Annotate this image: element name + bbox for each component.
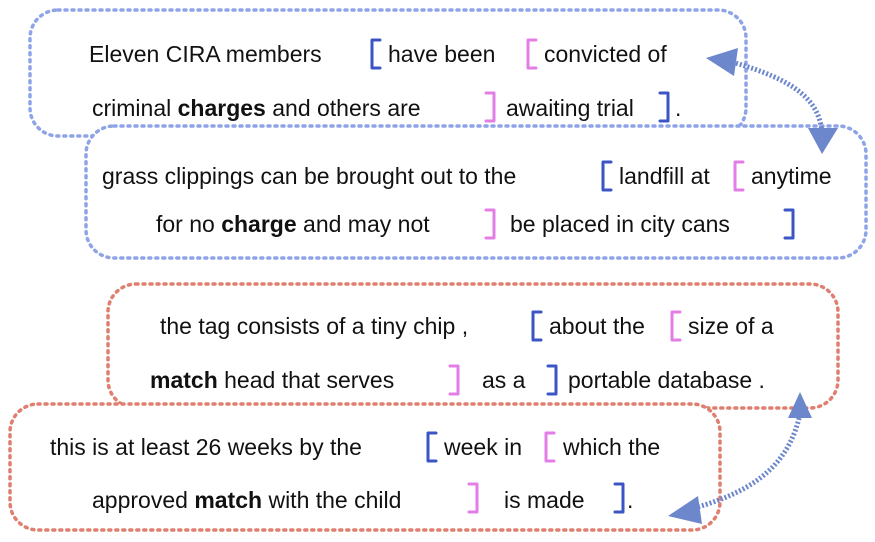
ex2-line1-seg1: grass clippings can be brought out to th… (102, 163, 516, 189)
ex1-post: and others are (266, 95, 421, 121)
ex4-line2-mid: is made (504, 487, 585, 513)
ex2-line1-seg2: landfill at (619, 163, 710, 189)
ex2-line2-pre: for no charge and may not (156, 211, 430, 237)
ex3-target-word: match (150, 367, 218, 393)
open-bracket-pink-3 (670, 310, 682, 342)
ex1-line1-seg3: convicted of (544, 41, 667, 67)
ex4-line1-seg1: this is at least 26 weeks by the (50, 434, 362, 460)
ex4-pre: approved (92, 487, 194, 513)
ex4-line1-seg3: which the (562, 434, 660, 460)
diagram-canvas: Eleven CIRA members have been convicted … (8, 8, 868, 532)
ex2-pre: for no (156, 211, 221, 237)
ex3-line1-seg2: about the (549, 313, 645, 339)
ex3-line1-seg3: size of a (688, 313, 774, 339)
close-bracket-pink-1 (484, 91, 496, 123)
ex4-target-word: match (194, 487, 262, 513)
open-bracket-blue-1 (370, 38, 382, 70)
ex2-line2-mid: be placed in city cans (510, 211, 730, 237)
close-bracket-pink-3 (448, 364, 460, 396)
ex1-target-word: charges (178, 95, 266, 121)
ex1-pre: criminal (92, 95, 178, 121)
ex1-line2-end: . (675, 95, 681, 121)
ex3-line2-end: portable database . (568, 367, 765, 393)
ex2-target-word: charge (221, 211, 296, 237)
ex3-line2-pre: match head that serves (150, 367, 394, 393)
ex4-post: with the child (262, 487, 401, 513)
ex4-line1-seg2: week in (443, 434, 522, 460)
ex4-line2-pre: approved match with the child (92, 487, 401, 513)
ex3-line1-seg1: the tag consists of a tiny chip , (160, 313, 468, 339)
open-bracket-blue-3 (531, 310, 543, 342)
ex1-line1-seg1: Eleven CIRA members (89, 41, 322, 67)
ex4-line2-end: . (627, 487, 633, 513)
ex1-line2-mid: awaiting trial (506, 95, 634, 121)
example-box-2 (84, 124, 868, 260)
ex2-post: and may not (297, 211, 431, 237)
close-bracket-blue-1 (658, 91, 670, 123)
ex2-line1-seg3: anytime (751, 163, 832, 189)
ex3-post: head that serves (218, 367, 394, 393)
close-bracket-blue-3 (546, 364, 558, 396)
ex1-line1-seg2: have been (388, 41, 495, 67)
open-bracket-pink-1 (526, 38, 538, 70)
ex3-line2-mid: as a (482, 367, 526, 393)
ex1-line2-pre: criminal charges and others are (92, 95, 421, 121)
